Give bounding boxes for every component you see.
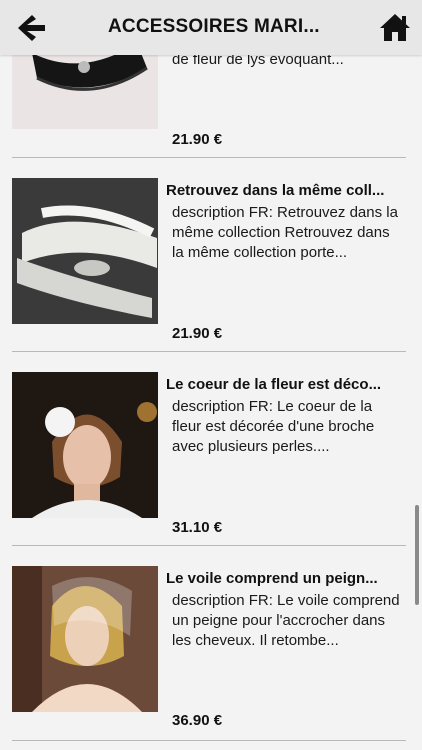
divider <box>12 740 406 741</box>
divider <box>12 157 406 158</box>
product-title[interactable]: Le voile comprend un peign... <box>166 570 406 587</box>
arrow-left-icon <box>18 15 45 41</box>
product-title[interactable]: Retrouvez dans la même coll... <box>166 182 406 199</box>
page-title: ACCESSOIRES MARI... <box>108 16 320 37</box>
home-icon <box>380 14 410 41</box>
back-button[interactable] <box>14 12 48 44</box>
home-button[interactable] <box>378 10 412 44</box>
product-description: description FR: Le coeur de la fleur est… <box>172 398 375 455</box>
product-price: 21.90 € <box>172 131 223 148</box>
product-image-hair-flower[interactable] <box>12 372 158 518</box>
divider <box>12 351 406 352</box>
scrollbar[interactable] <box>415 505 419 605</box>
product-price: 21.90 € <box>172 325 223 342</box>
divider <box>12 545 406 546</box>
product-list[interactable]: de fleur de lys évoquant... 21.90 € Retr… <box>0 0 422 750</box>
product-description: description FR: Le voile comprend un pei… <box>172 592 400 649</box>
product-title[interactable]: Le coeur de la fleur est déco... <box>166 376 406 393</box>
product-image-garter-white[interactable] <box>12 178 158 324</box>
product-description: description FR: Retrouvez dans la même c… <box>172 204 398 261</box>
product-price: 31.10 € <box>172 519 223 536</box>
product-image-veil[interactable] <box>12 566 158 712</box>
top-bar: ACCESSOIRES MARI... <box>0 0 422 55</box>
product-price: 36.90 € <box>172 712 223 729</box>
